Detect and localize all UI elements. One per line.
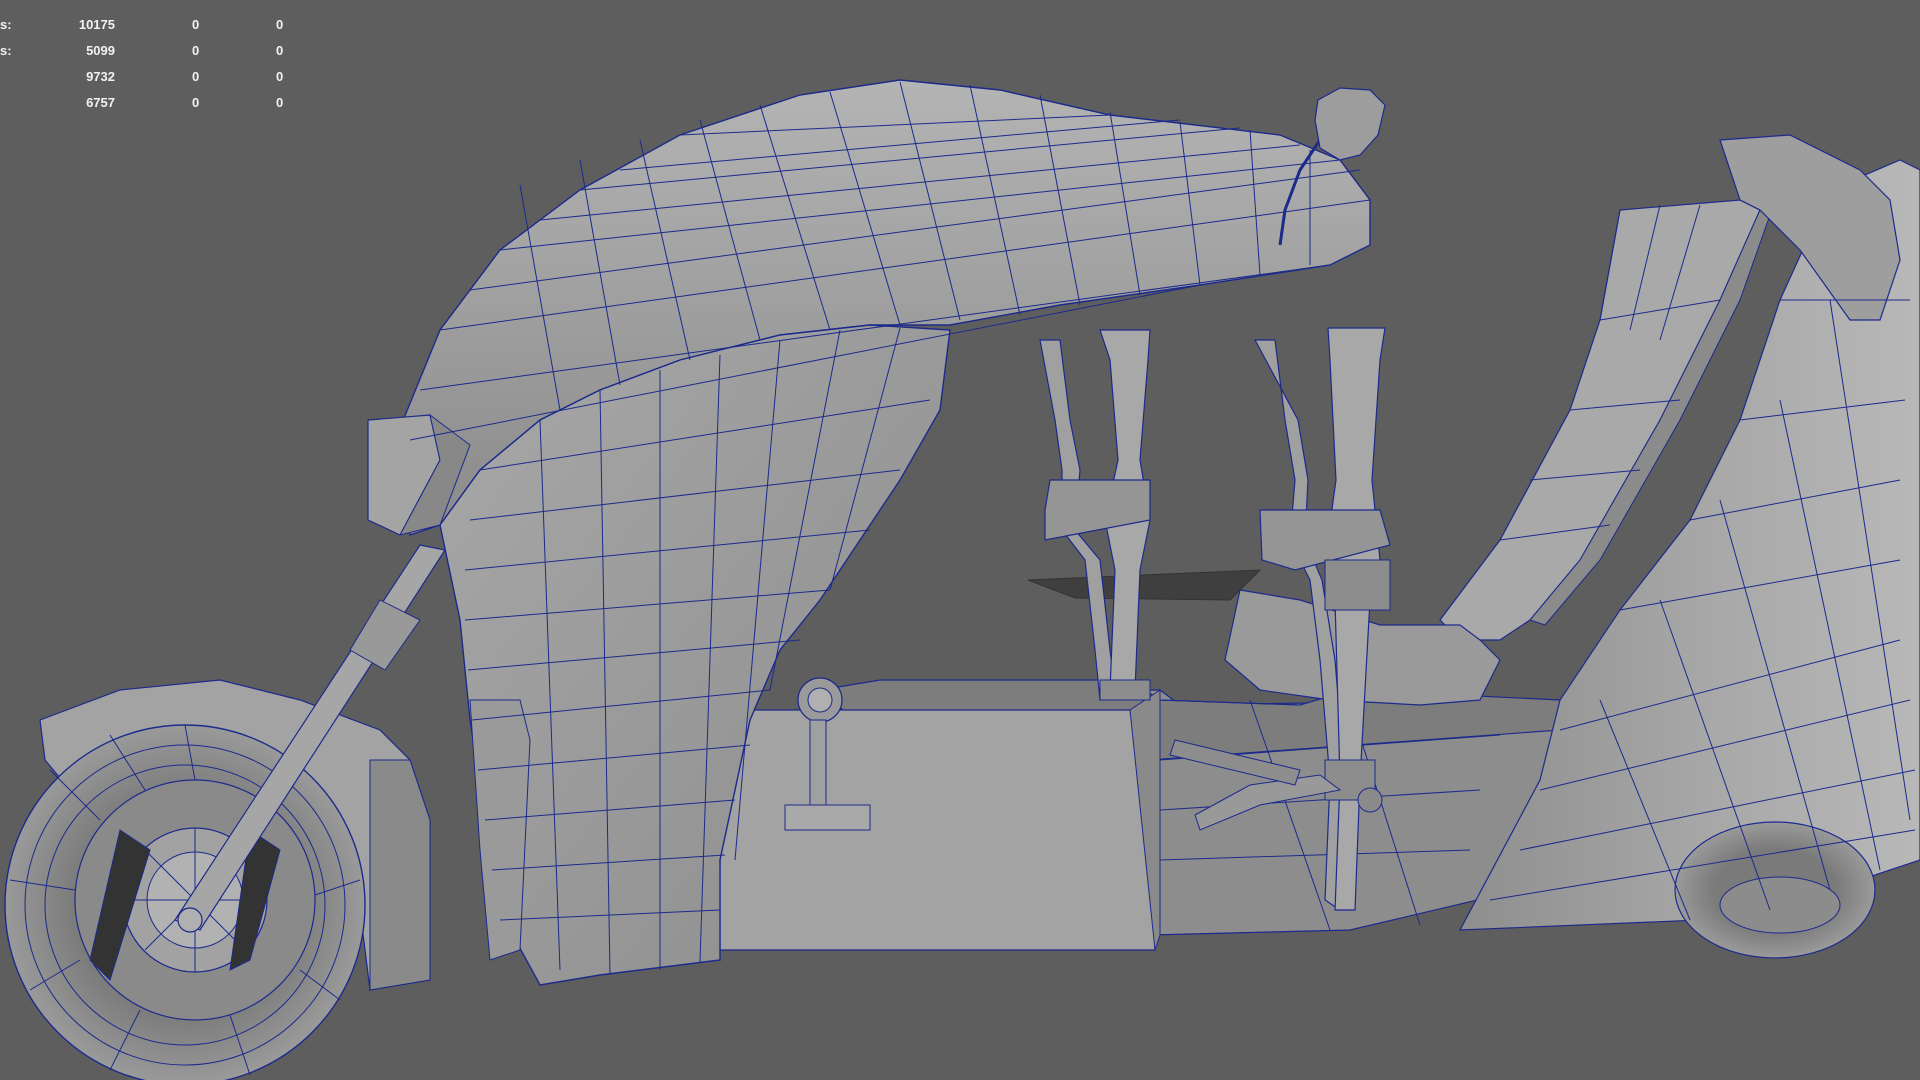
hud-value-object: 9732 xyxy=(86,69,115,84)
hud-value-object: 6757 xyxy=(86,95,115,110)
3d-viewport[interactable]: s: 10175 0 0 s: 5099 0 0 9732 0 0 6757 0… xyxy=(0,0,1920,1080)
hud-label: s: xyxy=(0,43,12,58)
hud-value-selected: 0 xyxy=(192,43,200,58)
hud-value-component: 0 xyxy=(276,95,284,110)
rear-wheel-mesh[interactable] xyxy=(1674,821,1876,959)
hud-value-component: 0 xyxy=(276,17,284,32)
left-handlebar-mesh[interactable] xyxy=(1039,329,1151,702)
hud-value-component: 0 xyxy=(276,69,284,84)
hud-value-selected: 0 xyxy=(192,17,200,32)
hud-row-faces: 9732 0 0 xyxy=(0,64,300,90)
hud-label: s: xyxy=(0,17,12,32)
hud-row-verts: s: 10175 0 0 xyxy=(0,12,300,38)
floor-plate-mesh[interactable] xyxy=(1027,569,1262,601)
hud-row-tris: 6757 0 0 xyxy=(0,90,300,116)
hud-value-component: 0 xyxy=(276,43,284,58)
hud-value-object: 10175 xyxy=(78,17,115,32)
heads-up-display: s: 10175 0 0 s: 5099 0 0 9732 0 0 6757 0… xyxy=(0,12,300,116)
hud-value-object: 5099 xyxy=(86,43,115,58)
hud-value-selected: 0 xyxy=(192,95,200,110)
hud-value-selected: 0 xyxy=(192,69,200,84)
hud-row-edges: s: 5099 0 0 xyxy=(0,38,300,64)
front-wheel-mesh[interactable] xyxy=(4,724,366,1080)
motorcycle-model[interactable] xyxy=(0,0,1920,1080)
